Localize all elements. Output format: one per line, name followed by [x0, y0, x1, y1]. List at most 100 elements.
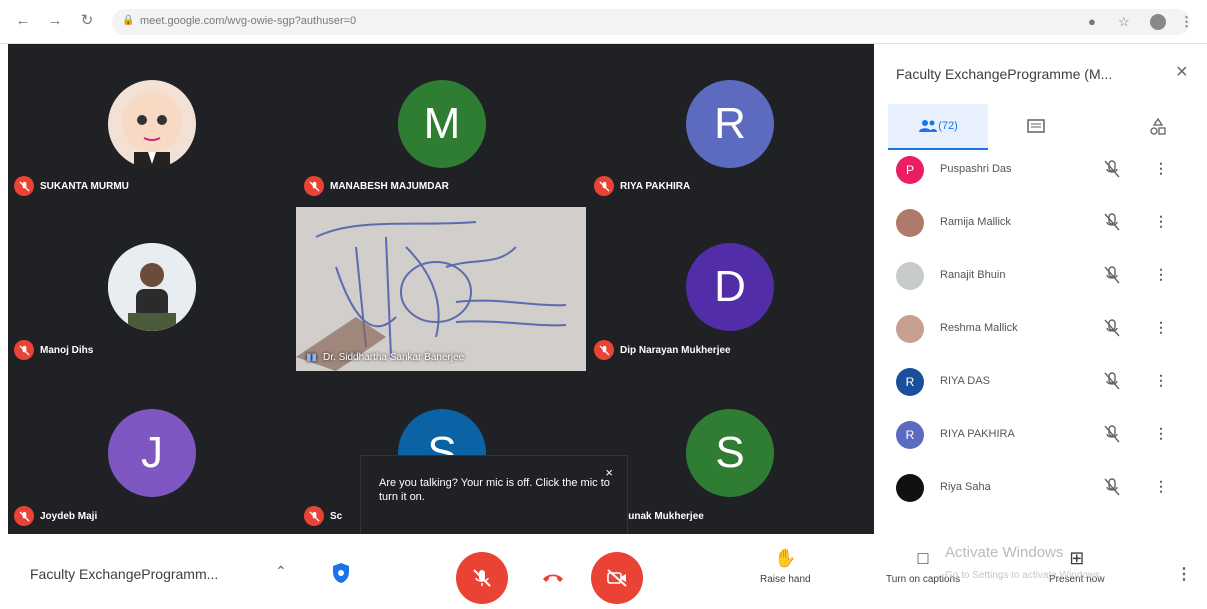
mic-off-icon[interactable] [1104, 425, 1120, 443]
captions-icon: □ [917, 548, 929, 568]
mic-off-icon[interactable] [1104, 266, 1120, 284]
mic-off-icon [304, 506, 324, 526]
participant-tile[interactable]: J Joydeb Maji [8, 371, 296, 534]
participant-row[interactable]: Riya Saha ⋮ [874, 464, 1207, 516]
participant-row[interactable]: R RIYA DAS ⋮ [874, 358, 1207, 410]
presenter-tile[interactable]: ▮▮ Dr. Siddhartha Sankar Banerjee [296, 207, 586, 371]
more-options-icon[interactable]: ⋮ [1154, 160, 1168, 177]
participant-name: Puspashri Das [940, 163, 1012, 175]
meet-window: ← → ↻ 🔒 meet.google.com/wvg-owie-sgp?aut… [0, 0, 1207, 609]
windows-watermark: Activate Windows [945, 544, 1064, 561]
tooltip-text: Are you talking? Your mic is off. Click … [379, 477, 610, 503]
avatar [896, 262, 924, 290]
url-text: meet.google.com/wvg-owie-sgp?authuser=0 [140, 15, 357, 27]
arrow-left-icon[interactable]: ← [14, 12, 32, 30]
participant-tile[interactable]: S Saunak Mukherjee [586, 371, 874, 534]
hand-icon: ✋ [774, 548, 797, 568]
panel-title: Faculty ExchangeProgramme (M... [896, 66, 1113, 82]
mic-off-icon[interactable] [1104, 160, 1120, 178]
avatar [896, 474, 924, 502]
mic-off-icon [473, 569, 491, 587]
avatar [896, 315, 924, 343]
mic-off-icon[interactable] [1104, 478, 1120, 496]
hang-up-icon [543, 574, 563, 582]
raise-hand-button[interactable]: ✋ Raise hand [760, 548, 811, 585]
more-options-icon[interactable]: ⋮ [1154, 213, 1168, 230]
mic-off-icon[interactable] [1104, 213, 1120, 231]
avatar: D [686, 243, 774, 331]
present-icon: ⊞ [1069, 548, 1085, 568]
mic-off-tooltip: Are you talking? Your mic is off. Click … [360, 455, 628, 537]
name-tag: Saunak Mukherjee [616, 506, 704, 526]
participant-row[interactable]: Ranajit Bhuin ⋮ [874, 252, 1207, 304]
raise-hand-label: Raise hand [760, 574, 811, 585]
close-icon[interactable]: × [605, 466, 613, 480]
star-icon[interactable]: ☆ [1118, 14, 1130, 30]
participant-name: Sc [330, 510, 343, 522]
mic-off-icon [14, 506, 34, 526]
arrow-right-icon[interactable]: → [46, 12, 64, 30]
tab-activities[interactable] [1128, 104, 1188, 150]
avatar: M [398, 80, 486, 168]
close-icon[interactable]: × [1176, 61, 1188, 84]
participant-list: P Puspashri Das ⋮ Ramija Mallick ⋮ Ranajit Bh… [874, 146, 1207, 534]
participant-tile[interactable]: M MANABESH MAJUMDAR [296, 44, 586, 207]
shield-icon[interactable] [331, 562, 351, 584]
participant-tile[interactable]: R RIYA PAKHIRA [586, 44, 874, 207]
people-count: (72) [938, 120, 958, 132]
address-bar[interactable]: 🔒 meet.google.com/wvg-owie-sgp?authuser=… [112, 9, 1193, 35]
more-options-icon[interactable]: ⋮ [1154, 425, 1168, 442]
avatar: R [686, 80, 774, 168]
name-tag: Manoj Dihs [14, 340, 93, 360]
participant-tile[interactable]: SUKANTA MURMU [8, 44, 296, 207]
name-tag: Sc [304, 506, 342, 526]
windows-watermark-sub: Go to Settings to activate Windows. [945, 570, 1103, 581]
participant-name: Ramija Mallick [940, 216, 1011, 228]
participant-row[interactable]: R RIYA PAKHIRA ⋮ [874, 411, 1207, 463]
participant-name: Manoj Dihs [40, 344, 94, 356]
participant-name: Dip Narayan Mukherjee [620, 344, 731, 356]
more-options-icon[interactable]: ⋮ [1154, 372, 1168, 389]
reload-icon[interactable]: ↻ [78, 12, 96, 30]
panel-tabs: (72) [888, 104, 1188, 152]
participant-name: MANABESH MAJUMDAR [330, 180, 449, 192]
more-options-icon[interactable]: ⋮ [1176, 564, 1192, 584]
participant-name: SUKANTA MURMU [40, 180, 129, 192]
camera-icon[interactable]: ● [1088, 14, 1096, 29]
name-tag: Dip Narayan Mukherjee [594, 340, 731, 360]
avatar: S [686, 409, 774, 497]
meeting-title[interactable]: Faculty ExchangeProgramm... [30, 566, 218, 582]
participant-name: RIYA PAKHIRA [620, 180, 691, 192]
name-tag: RIYA PAKHIRA [594, 176, 690, 196]
participant-row[interactable]: P Puspashri Das ⋮ [874, 146, 1207, 198]
more-icon[interactable]: ⋮ [1180, 14, 1193, 30]
participant-row[interactable]: Ramija Mallick ⋮ [874, 199, 1207, 251]
mic-off-icon [304, 176, 324, 196]
lock-icon: 🔒 [122, 15, 135, 26]
participant-name: Reshma Mallick [940, 322, 1018, 334]
name-tag: Joydeb Maji [14, 506, 97, 526]
browser-toolbar: ← → ↻ 🔒 meet.google.com/wvg-owie-sgp?aut… [0, 0, 1207, 44]
more-options-icon[interactable]: ⋮ [1154, 319, 1168, 336]
mic-toggle-button[interactable] [456, 552, 508, 604]
leave-call-button[interactable] [527, 552, 579, 604]
profile-avatar[interactable] [1150, 14, 1166, 30]
participant-tile[interactable]: D Dip Narayan Mukherjee [586, 207, 874, 371]
participant-name: RIYA PAKHIRA [940, 428, 1015, 440]
more-options-icon[interactable]: ⋮ [1154, 478, 1168, 495]
participant-name: Ranajit Bhuin [940, 269, 1006, 281]
participant-row[interactable]: Reshma Mallick ⋮ [874, 305, 1207, 357]
participant-name: Saunak Mukherjee [616, 510, 704, 522]
participant-tile[interactable]: Manoj Dihs [8, 207, 296, 371]
mic-off-icon[interactable] [1104, 319, 1120, 337]
tab-people[interactable]: (72) [888, 104, 988, 150]
baby-face-icon [122, 92, 182, 168]
tab-chat[interactable] [1006, 104, 1066, 150]
camera-toggle-button[interactable] [591, 552, 643, 604]
avatar: R [896, 421, 924, 449]
more-options-icon[interactable]: ⋮ [1154, 266, 1168, 283]
avatar [108, 80, 196, 168]
chevron-up-icon[interactable]: ⌃ [275, 563, 287, 580]
avatar: J [108, 409, 196, 497]
mic-off-icon[interactable] [1104, 372, 1120, 390]
